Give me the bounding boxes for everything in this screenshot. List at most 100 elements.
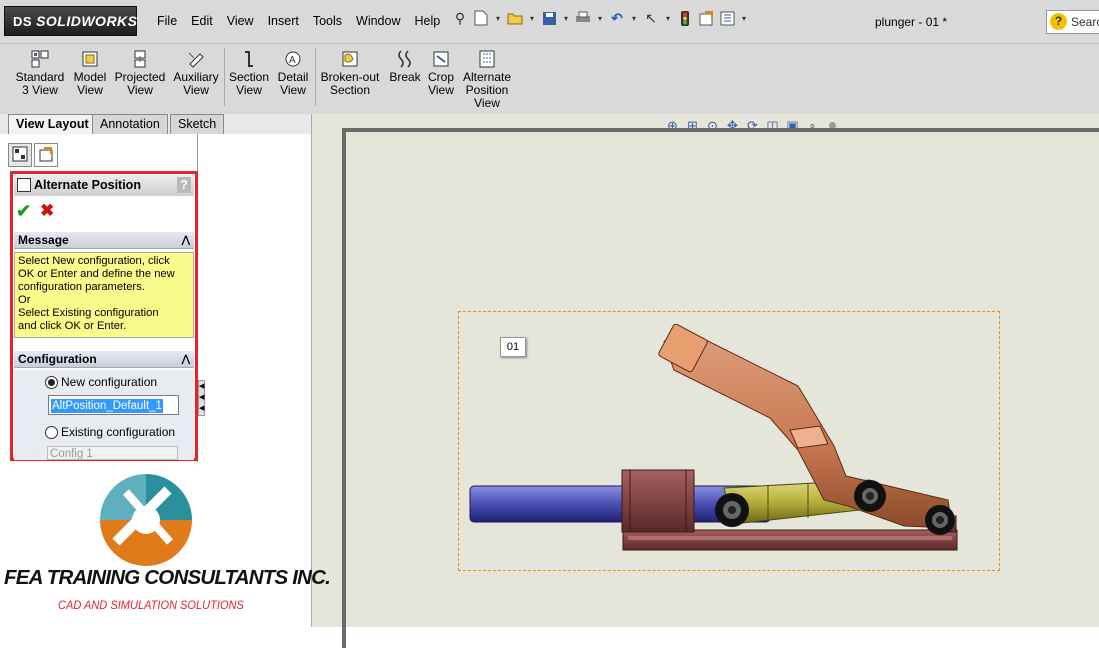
crop-view-button[interactable]: Crop View [427,50,455,97]
tool-label: View [183,83,209,97]
existing-configuration-radio[interactable]: Existing configuration [45,425,175,439]
tool-label: View [77,83,103,97]
ds-logo-icon: DS [13,13,33,29]
search-input[interactable]: ? Search [1046,10,1099,34]
company-tagline: CAD AND SIMULATION SOLUTIONS [58,598,244,612]
menu-help[interactable]: Help [408,14,448,28]
break-icon [395,50,415,68]
detail-view-button[interactable]: A Detail View [274,50,312,97]
configuration-group-header[interactable]: Configuration ⋀ [14,351,194,368]
detail-view-icon: A [283,50,303,68]
menu-insert[interactable]: Insert [261,14,306,28]
broken-out-section-button[interactable]: Broken-out Section [318,50,382,97]
message-line: configuration parameters. [18,281,145,293]
message-header-label: Message [18,233,69,247]
section-view-button[interactable]: Section View [228,50,270,97]
new-configuration-radio[interactable]: New configuration [45,375,157,389]
cancel-button[interactable]: ✖ [40,201,54,221]
help-button[interactable]: ? [177,177,191,193]
break-button[interactable]: Break [388,50,422,84]
alternate-position-property-manager: Alternate Position ? ✔ ✖ Message ⋀ Selec… [10,171,198,461]
toolbar-separator [315,48,316,106]
tool-label: Broken-out [320,70,380,84]
options-icon[interactable] [719,10,735,26]
chevron-down-icon[interactable]: ▾ [596,10,604,26]
message-group-header[interactable]: Message ⋀ [14,232,194,249]
tool-label: Detail [277,70,309,84]
chevron-down-icon[interactable]: ▾ [494,10,502,26]
property-manager-tab[interactable] [34,143,58,167]
property-manager-title: Alternate Position [34,178,141,192]
pivot-pin [854,480,886,512]
menu-view[interactable]: View [220,14,261,28]
pivot-pin [715,493,749,527]
file-properties-icon[interactable] [698,10,714,26]
collapse-icon: ⋀ [181,354,190,365]
panel-splitter-handle[interactable]: ◀ ◀ ◀ [198,380,205,416]
undo-icon[interactable]: ↶ [609,10,625,26]
help-icon: ? [1050,13,1067,30]
tool-label: Auxiliary [173,70,219,84]
message-line: Select New configuration, click [18,255,170,267]
quick-access-toolbar: ⚲ ▾ ▾ ▾ ▾ ↶ ▾ ↖ ▾ ▾ [452,10,748,26]
tab-view-layout[interactable]: View Layout [8,114,97,136]
rebuild-icon[interactable] [677,10,693,26]
standard-3-view-icon [30,50,50,68]
chevron-down-icon[interactable]: ▾ [630,10,638,26]
company-name: FEA TRAINING CONSULTANTS INC. [4,566,331,589]
projected-view-button[interactable]: Projected View [113,50,167,97]
feature-tree-tab[interactable] [8,143,32,167]
crop-view-icon [431,50,451,68]
select-arrow-icon[interactable]: ↖ [643,10,659,26]
tool-label: Section [329,83,371,97]
command-manager-tabs: View Layout Annotation Sketch [0,114,312,136]
menu-edit[interactable]: Edit [184,14,220,28]
existing-configuration-dropdown[interactable]: Config 1 [47,446,178,460]
new-configuration-name-input[interactable]: AltPosition_Default_1 [48,395,179,415]
menu-bar: File Edit View Insert Tools Window Help [150,14,447,28]
tool-label: Position [465,83,509,97]
open-folder-icon[interactable] [507,10,523,26]
property-manager-icon [38,146,54,165]
radio-unselected-icon [45,425,58,439]
tab-sketch[interactable]: Sketch [170,114,225,134]
ok-button[interactable]: ✔ [16,201,31,222]
chevron-down-icon[interactable]: ▾ [528,10,536,26]
tool-label: Standard [15,70,65,84]
print-icon[interactable] [575,10,591,26]
chevron-down-icon[interactable]: ▾ [562,10,570,26]
chevron-down-icon[interactable]: ▾ [740,10,748,26]
model-view-icon [80,50,100,68]
base-plate-edge [628,536,952,540]
auxiliary-view-button[interactable]: Auxiliary View [170,50,222,97]
tool-label: View [127,83,153,97]
tool-label: View [236,83,262,97]
document-title: plunger - 01 * [875,15,948,29]
solidworks-logo[interactable]: DS SOLIDWORKS [4,6,137,36]
menu-file[interactable]: File [150,14,184,28]
pivot-pin [925,505,955,535]
tool-label: Projected [114,70,166,84]
menu-tools[interactable]: Tools [306,14,349,28]
message-box: Select New configuration, click OK or En… [14,252,194,338]
radio-selected-icon [45,375,58,389]
message-line: and click OK or Enter. [18,320,127,332]
pin-icon[interactable]: ⚲ [452,10,468,26]
configuration-header-label: Configuration [18,352,97,366]
standard-3-view-button[interactable]: Standard 3 View [14,50,66,97]
chevron-down-icon[interactable]: ▾ [664,10,672,26]
guide-block [621,469,695,533]
save-icon[interactable] [541,10,557,26]
drawing-canvas[interactable]: ⊕ ⊞ ⊙ ✥ ⟳ ◫ ▣ ∘ ● 01 [311,114,1099,648]
tab-annotation[interactable]: Annotation [92,114,168,134]
command-manager: Standard 3 View Model View Projected Vie… [0,44,1099,114]
section-view-icon [239,50,259,68]
alternate-position-view-icon [477,50,497,68]
message-line: Select Existing configuration [18,307,159,319]
menu-window[interactable]: Window [349,14,407,28]
message-line: OK or Enter and define the new [18,268,175,280]
model-view-button[interactable]: Model View [71,50,109,97]
title-bar: DS SOLIDWORKS File Edit View Insert Tool… [0,0,1099,44]
new-document-icon[interactable] [473,10,489,26]
alternate-position-view-button[interactable]: Alternate Position View [461,50,513,110]
